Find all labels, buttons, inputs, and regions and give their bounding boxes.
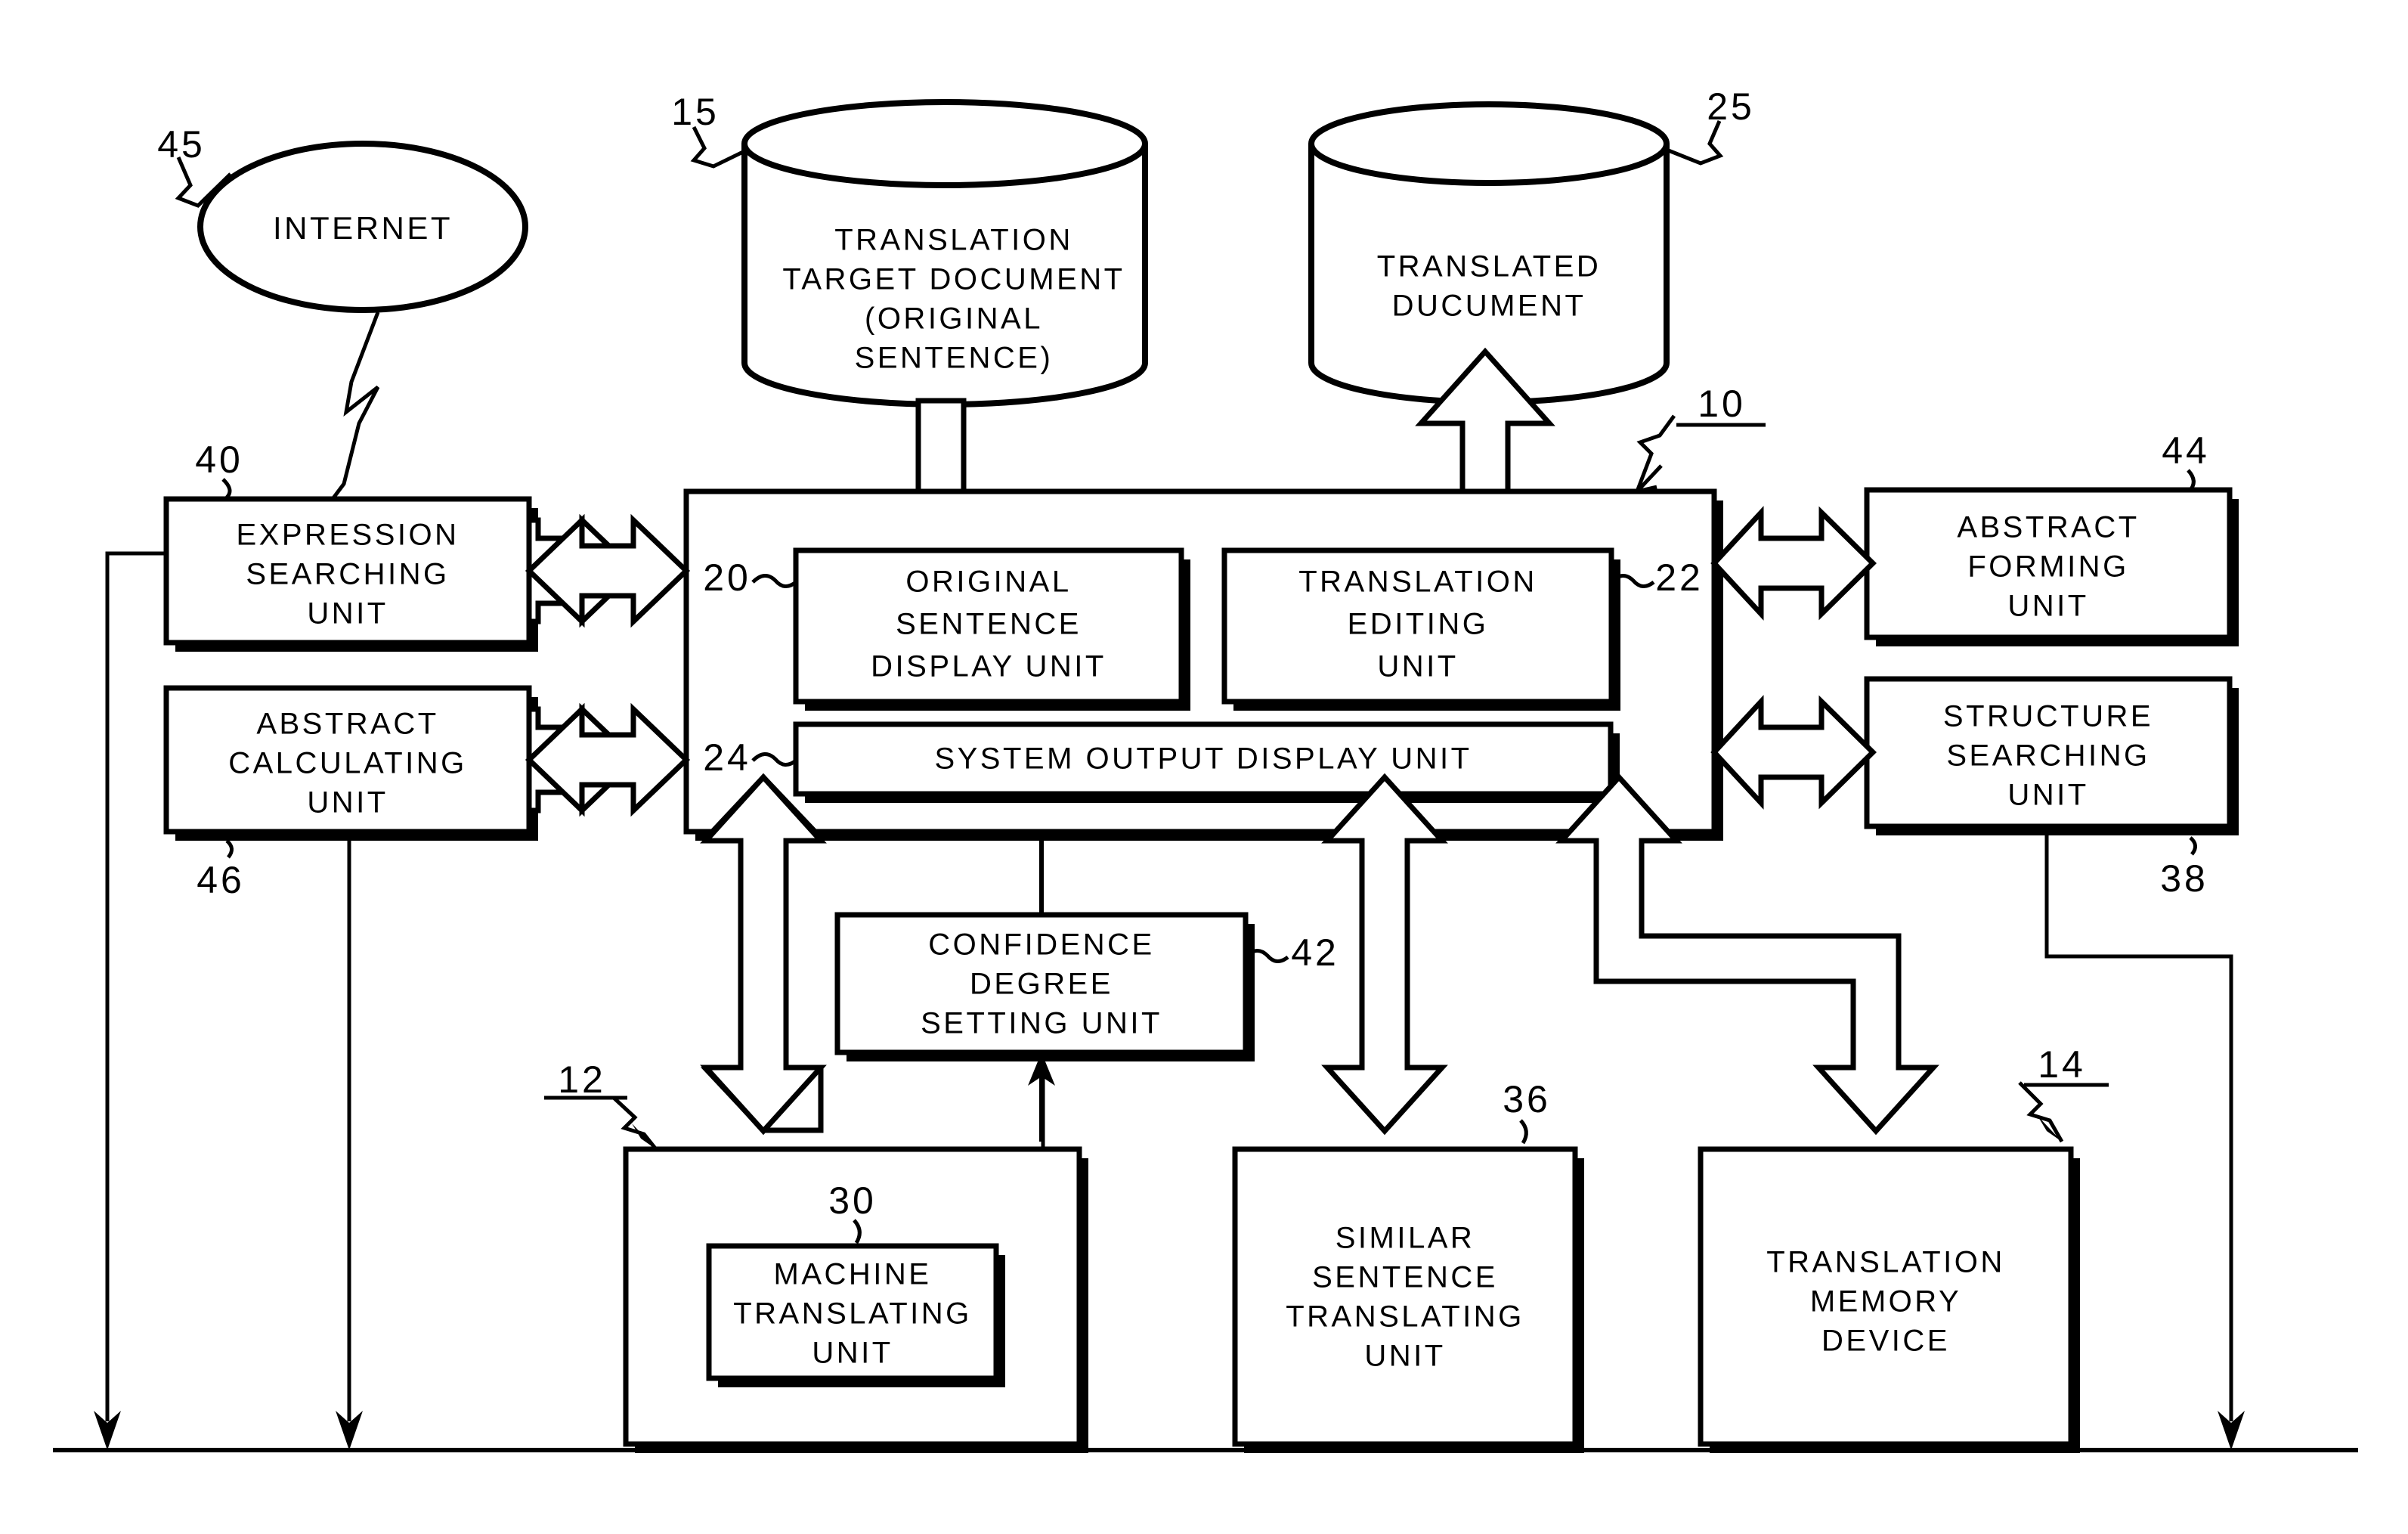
sstu-line-0: SIMILAR bbox=[1336, 1222, 1475, 1255]
osdu-line-2: DISPLAY UNIT bbox=[871, 650, 1107, 683]
tmd-line-1: MEMORY bbox=[1810, 1285, 1961, 1319]
node-translation-memory-device: TRANSLATION MEMORY DEVICE bbox=[1698, 1146, 2080, 1453]
tmd-line-2: DEVICE bbox=[1821, 1325, 1950, 1358]
acu-line-1: CALCULATING bbox=[228, 747, 467, 780]
arrow-main-to-abstract-forming bbox=[1710, 506, 1877, 621]
ref-num-15: 15 bbox=[671, 91, 720, 133]
acu-line-0: ABSTRACT bbox=[256, 708, 438, 741]
esu-line-1: SEARCHING bbox=[246, 558, 449, 591]
afu-line-1: FORMING bbox=[1967, 550, 2128, 584]
ref-num-36: 36 bbox=[1503, 1078, 1551, 1120]
ref-num-40: 40 bbox=[195, 439, 243, 481]
node-structure-searching-unit: STRUCTURE SEARCHING UNIT bbox=[1864, 676, 2239, 835]
acu-line-2: UNIT bbox=[307, 786, 388, 820]
afu-line-2: UNIT bbox=[2007, 590, 2088, 623]
ref-num-46: 46 bbox=[197, 859, 245, 901]
mtu-line-1: TRANSLATING bbox=[733, 1297, 972, 1331]
sodu-line-0: SYSTEM OUTPUT DISPLAY UNIT bbox=[934, 742, 1472, 776]
node-abstract-forming-unit: ABSTRACT FORMING UNIT bbox=[1864, 487, 2239, 646]
connector-expression-to-baseline bbox=[94, 551, 166, 1450]
sstu-line-2: TRANSLATING bbox=[1286, 1300, 1524, 1334]
node-abstract-calculating-unit: ABSTRACT CALCULATING UNIT bbox=[163, 685, 538, 841]
arrow-main-to-similar-sentence bbox=[1321, 773, 1448, 1136]
node-system-output-display-unit: SYSTEM OUTPUT DISPLAY UNIT bbox=[793, 721, 1620, 803]
ref-leader-10: 10 bbox=[1635, 383, 1766, 494]
arrow-abstract-left-head bbox=[525, 702, 691, 817]
ref-num-10: 10 bbox=[1698, 383, 1746, 425]
node-translation-target-document: TRANSLATION TARGET DOCUMENT (ORIGINAL SE… bbox=[741, 99, 1148, 408]
teu-line-0: TRANSLATION bbox=[1298, 566, 1537, 599]
ssu-line-1: SEARCHING bbox=[1946, 739, 2150, 773]
ssu-line-0: STRUCTURE bbox=[1943, 700, 2153, 733]
esu-line-2: UNIT bbox=[307, 597, 388, 631]
ref-leader-42: 42 bbox=[1244, 931, 1339, 974]
arrow-main-to-structure-searching bbox=[1710, 695, 1877, 810]
ssu-line-2: UNIT bbox=[2007, 779, 2088, 812]
ref-leader-36: 36 bbox=[1503, 1078, 1551, 1145]
mtu-line-0: MACHINE bbox=[774, 1258, 932, 1291]
mtu-line-2: UNIT bbox=[812, 1337, 893, 1370]
td-line-1: DUCUMENT bbox=[1392, 290, 1586, 323]
sstu-line-3: UNIT bbox=[1364, 1340, 1445, 1373]
teu-line-2: UNIT bbox=[1377, 650, 1458, 683]
node-translation-editing-unit: TRANSLATION EDITING UNIT bbox=[1221, 547, 1620, 711]
sstu-line-1: SENTENCE bbox=[1312, 1261, 1498, 1294]
tmd-line-0: TRANSLATION bbox=[1766, 1246, 2005, 1279]
internet-label: INTERNET bbox=[273, 210, 453, 246]
arrow-expression-left-head bbox=[525, 513, 691, 628]
ref-num-14: 14 bbox=[2038, 1043, 2086, 1086]
ref-num-20: 20 bbox=[703, 556, 751, 599]
cdsu-line-0: CONFIDENCE bbox=[928, 928, 1154, 962]
teu-line-1: EDITING bbox=[1348, 608, 1489, 641]
connector-abstract-calculating-to-baseline bbox=[336, 832, 363, 1450]
node-internet: INTERNET bbox=[197, 141, 528, 313]
ref-num-44: 44 bbox=[2162, 429, 2210, 472]
ttd-line-0: TRANSLATION bbox=[834, 224, 1073, 257]
connector-internet-to-expression bbox=[331, 311, 380, 500]
node-similar-sentence-translating-unit: SIMILAR SENTENCE TRANSLATING UNIT bbox=[1232, 1146, 1584, 1453]
ref-num-25: 25 bbox=[1707, 85, 1755, 128]
ref-leader-14: 14 bbox=[2018, 1043, 2109, 1143]
ref-leader-46: 46 bbox=[197, 839, 245, 901]
ref-num-12: 12 bbox=[558, 1058, 606, 1101]
osdu-line-0: ORIGINAL bbox=[905, 566, 1071, 599]
ref-leader-25: 25 bbox=[1666, 85, 1755, 166]
ref-num-22: 22 bbox=[1655, 556, 1704, 599]
esu-line-0: EXPRESSION bbox=[236, 519, 459, 552]
ttd-line-1: TARGET DOCUMENT bbox=[782, 263, 1125, 296]
ref-num-42: 42 bbox=[1291, 931, 1339, 974]
ref-num-24: 24 bbox=[703, 736, 751, 779]
ref-leader-40: 40 bbox=[195, 439, 243, 499]
td-line-0: TRANSLATED bbox=[1377, 250, 1602, 284]
ref-leader-12: 12 bbox=[544, 1058, 658, 1151]
osdu-line-1: SENTENCE bbox=[896, 608, 1082, 641]
node-original-sentence-display-unit: ORIGINAL SENTENCE DISPLAY UNIT bbox=[793, 547, 1190, 711]
ref-leader-15: 15 bbox=[671, 91, 746, 169]
ref-leader-44: 44 bbox=[2162, 429, 2210, 491]
ref-num-45: 45 bbox=[157, 123, 206, 166]
cdsu-line-2: SETTING UNIT bbox=[921, 1007, 1162, 1040]
cdsu-line-1: DEGREE bbox=[970, 968, 1113, 1001]
ttd-line-3: SENTENCE) bbox=[855, 342, 1054, 375]
block-diagram: INTERNET 45 TRANSLATION TARGET DOCUMENT … bbox=[53, 85, 2358, 1453]
ttd-line-2: (ORIGINAL bbox=[865, 302, 1043, 336]
figure-canvas: INTERNET 45 TRANSLATION TARGET DOCUMENT … bbox=[0, 0, 2408, 1534]
arrow-main-translating-double bbox=[700, 773, 827, 1136]
afu-line-0: ABSTRACT bbox=[1957, 511, 2139, 544]
ref-num-30: 30 bbox=[828, 1179, 877, 1222]
ref-num-38: 38 bbox=[2160, 857, 2208, 900]
ref-leader-38: 38 bbox=[2160, 836, 2208, 900]
node-confidence-degree-setting-unit: CONFIDENCE DEGREE SETTING UNIT bbox=[834, 912, 1255, 1061]
node-expression-searching-unit: EXPRESSION SEARCHING UNIT bbox=[163, 496, 538, 652]
node-machine-translating-unit: MACHINE TRANSLATING UNIT bbox=[706, 1243, 1005, 1387]
